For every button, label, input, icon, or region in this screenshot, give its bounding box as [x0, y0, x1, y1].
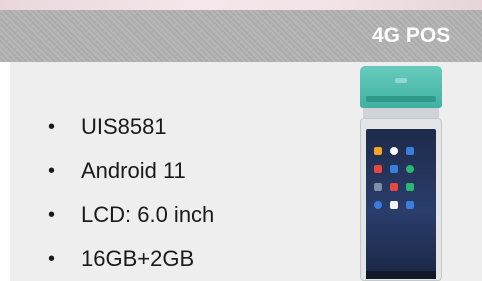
app-icon — [390, 147, 398, 155]
pos-device-image — [360, 66, 442, 281]
app-icon — [406, 183, 414, 191]
spec-item: • Android 11 — [48, 157, 214, 201]
printer-module — [360, 66, 442, 108]
bullet-icon: • — [48, 248, 56, 270]
device-neck — [363, 108, 439, 118]
app-icon — [406, 201, 414, 209]
bullet-icon: • — [48, 116, 56, 138]
app-icon — [390, 165, 398, 173]
spec-item: • LCD: 6.0 inch — [48, 201, 214, 245]
app-icon — [374, 201, 382, 209]
top-decor-strip — [0, 0, 482, 10]
device-body — [360, 118, 442, 281]
app-icon — [374, 183, 382, 191]
app-icon — [406, 165, 414, 173]
spec-item: • UIS8581 — [48, 113, 214, 157]
app-icon — [374, 165, 382, 173]
app-icon — [390, 201, 398, 209]
app-icon — [390, 183, 398, 191]
bullet-icon: • — [48, 160, 56, 182]
spec-item: • 16GB+2GB — [48, 245, 214, 281]
spec-text: Android 11 — [81, 158, 186, 183]
screen-nav-bar — [366, 271, 436, 279]
app-icon — [374, 147, 382, 155]
app-icon — [406, 147, 414, 155]
slide-title: 4G POS — [372, 24, 451, 47]
device-screen — [366, 129, 436, 279]
spec-text: UIS8581 — [81, 114, 167, 139]
spec-text: LCD: 6.0 inch — [81, 202, 215, 227]
printer-paper-slot — [366, 96, 436, 102]
spec-list: • UIS8581 • Android 11 • LCD: 6.0 inch •… — [48, 113, 214, 281]
spec-text: 16GB+2GB — [81, 246, 195, 271]
printer-logo-mark — [395, 78, 407, 83]
bullet-icon: • — [48, 204, 56, 226]
